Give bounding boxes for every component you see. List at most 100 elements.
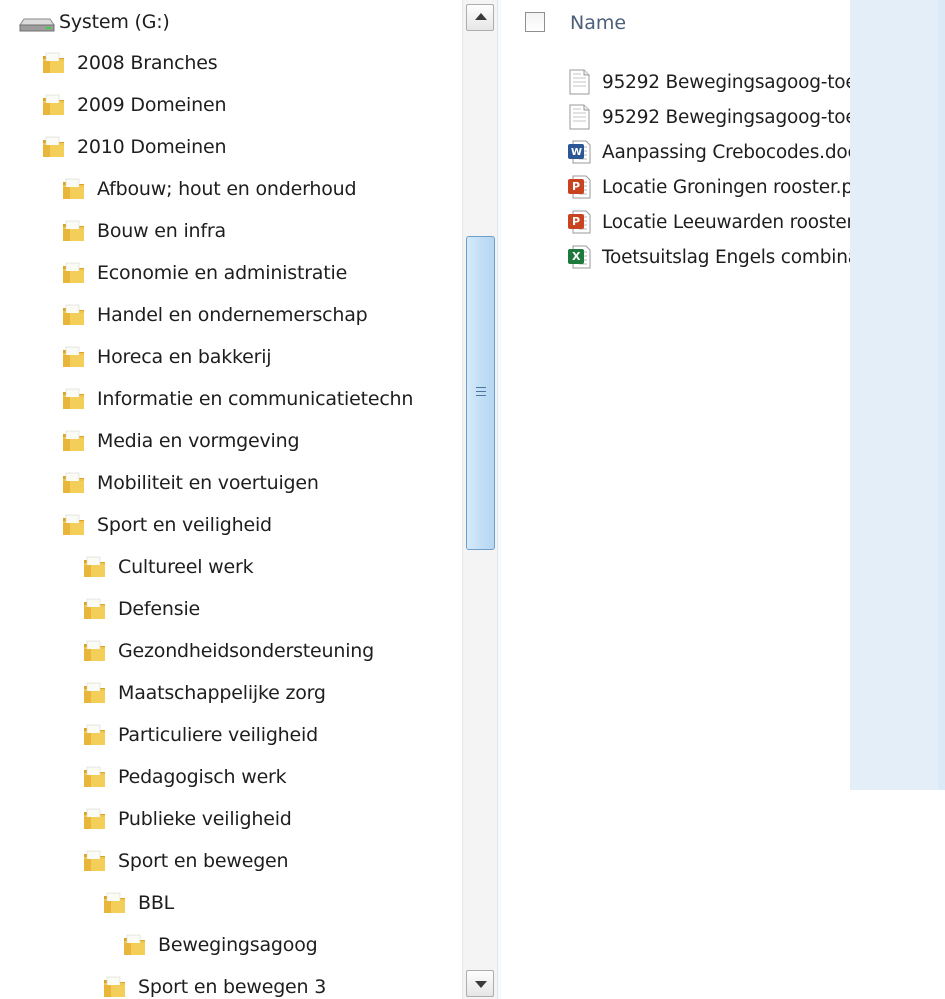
navigation-pane: System (G:) 2008 Branches 2009 Domeinen 201… — [0, 0, 497, 999]
tree-item-label: Informatie en communicatietechn — [97, 388, 414, 410]
scroll-up-button[interactable] — [466, 4, 494, 31]
tree-item-folder[interactable]: Afbouw; hout en onderhoud — [0, 168, 462, 210]
tree-item-folder[interactable]: Particuliere veiligheid — [0, 714, 462, 756]
tree-item-label: 2010 Domeinen — [77, 136, 227, 158]
file-name: Locatie Leeuwarden rooster.ppt — [602, 211, 889, 233]
tree-item-folder[interactable]: Sport en bewegen 3 — [0, 966, 462, 999]
folder-icon — [60, 301, 88, 329]
text-document-icon — [566, 103, 592, 131]
tree-item-folder[interactable]: BBL — [0, 882, 462, 924]
navigation-scrollbar[interactable] — [462, 0, 497, 999]
text-document-icon — [566, 68, 592, 96]
grip-line — [476, 387, 486, 388]
tree-item-label: BBL — [138, 892, 175, 914]
folder-icon — [60, 427, 88, 455]
tree-item-folder[interactable]: 2009 Domeinen — [0, 84, 462, 126]
tree-item-label: Cultureel werk — [118, 556, 254, 578]
folder-icon — [40, 133, 68, 161]
tree-item-label: System (G:) — [59, 11, 170, 33]
tree-item-label: Pedagogisch werk — [118, 766, 287, 788]
file-name: 95292 Bewegingsagoog-toets-e — [602, 71, 891, 93]
tree-item-folder[interactable]: Handel en ondernemerschap — [0, 294, 462, 336]
folder-icon — [60, 343, 88, 371]
tree-item-folder[interactable]: Gezondheidsondersteuning — [0, 630, 462, 672]
file-name: Toetsuitslag Engels combinatie — [602, 246, 883, 268]
tree-item-folder[interactable]: Sport en veiligheid — [0, 504, 462, 546]
folder-icon — [81, 679, 109, 707]
word-document-icon: W — [566, 138, 592, 166]
scroll-down-button[interactable] — [466, 970, 494, 997]
tree-item-label: Afbouw; hout en onderhoud — [97, 178, 357, 200]
tree-item-folder[interactable]: Publieke veiligheid — [0, 798, 462, 840]
tree-item-label: Horeca en bakkerij — [97, 346, 272, 368]
drive-icon — [18, 11, 56, 33]
tree-item-label: Media en vormgeving — [97, 430, 300, 452]
tree-item-folder[interactable]: Defensie — [0, 588, 462, 630]
file-name: 95292 Bewegingsagoog-toets-e — [602, 106, 891, 128]
tree-item-folder[interactable]: Pedagogisch werk — [0, 756, 462, 798]
tree-item-folder[interactable]: Media en vormgeving — [0, 420, 462, 462]
folder-icon — [40, 91, 68, 119]
excel-document-icon: X — [566, 243, 592, 271]
folder-icon — [101, 889, 129, 917]
tree-item-label: 2009 Domeinen — [77, 94, 227, 116]
name-column-header[interactable]: Name — [570, 12, 626, 34]
tree-item-label: Handel en ondernemerschap — [97, 304, 368, 326]
folder-tree: System (G:) 2008 Branches 2009 Domeinen 201… — [0, 0, 462, 999]
folder-icon — [81, 805, 109, 833]
folder-icon — [81, 595, 109, 623]
tree-item-drive[interactable]: System (G:) — [0, 2, 462, 42]
tree-item-label: Maatschappelijke zorg — [118, 682, 326, 704]
tree-item-label: Particuliere veiligheid — [118, 724, 318, 746]
tree-item-folder[interactable]: Maatschappelijke zorg — [0, 672, 462, 714]
tree-item-label: Bewegingsagoog — [158, 934, 318, 956]
file-name: Locatie Groningen rooster.pptx — [602, 176, 883, 198]
folder-icon — [81, 763, 109, 791]
svg-text:P: P — [572, 215, 580, 228]
tree-item-folder[interactable]: Informatie en communicatietechn — [0, 378, 462, 420]
tree-item-folder[interactable]: 2008 Branches — [0, 42, 462, 84]
scroll-thumb[interactable] — [466, 236, 495, 550]
tree-item-label: Gezondheidsondersteuning — [118, 640, 375, 662]
folder-icon — [60, 175, 88, 203]
tree-item-folder[interactable]: Cultureel werk — [0, 546, 462, 588]
folder-icon — [60, 469, 88, 497]
tree-item-folder[interactable]: Sport en bewegen — [0, 840, 462, 882]
tree-item-label: Publieke veiligheid — [118, 808, 292, 830]
tree-item-label: Defensie — [118, 598, 201, 620]
tree-item-label: Sport en bewegen 3 — [138, 976, 327, 998]
folder-icon — [81, 721, 109, 749]
tree-item-folder[interactable]: 2010 Domeinen — [0, 126, 462, 168]
powerpoint-document-icon: P — [566, 173, 592, 201]
tree-item-label: Economie en administratie — [97, 262, 348, 284]
folder-icon — [121, 931, 149, 959]
tree-item-label: Mobiliteit en voertuigen — [97, 472, 319, 494]
folder-icon — [81, 847, 109, 875]
grip-line — [476, 391, 486, 392]
folder-icon — [60, 385, 88, 413]
folder-icon — [40, 49, 68, 77]
arrow-down-icon — [475, 981, 487, 988]
svg-text:W: W — [571, 147, 582, 158]
tree-item-label: Sport en bewegen — [118, 850, 289, 872]
tree-item-folder[interactable]: Economie en administratie — [0, 252, 462, 294]
tree-item-folder[interactable]: Bouw en infra — [0, 210, 462, 252]
tree-item-label: Sport en veiligheid — [97, 514, 272, 536]
folder-icon — [81, 553, 109, 581]
folder-icon — [60, 511, 88, 539]
arrow-up-icon — [475, 13, 487, 20]
file-name: Aanpassing Crebocodes.docx — [602, 141, 869, 163]
grip-line — [476, 395, 486, 396]
folder-icon — [101, 973, 129, 999]
preview-strip-inner — [850, 0, 938, 790]
folder-icon — [81, 637, 109, 665]
tree-item-folder[interactable]: Mobiliteit en voertuigen — [0, 462, 462, 504]
tree-item-label: Bouw en infra — [97, 220, 226, 242]
tree-item-folder[interactable]: Bewegingsagoog — [0, 924, 462, 966]
svg-text:X: X — [572, 250, 581, 263]
folder-icon — [60, 259, 88, 287]
powerpoint-document-icon: P — [566, 208, 592, 236]
select-all-checkbox[interactable] — [525, 12, 545, 32]
tree-item-folder[interactable]: Horeca en bakkerij — [0, 336, 462, 378]
tree-item-label: 2008 Branches — [77, 52, 218, 74]
